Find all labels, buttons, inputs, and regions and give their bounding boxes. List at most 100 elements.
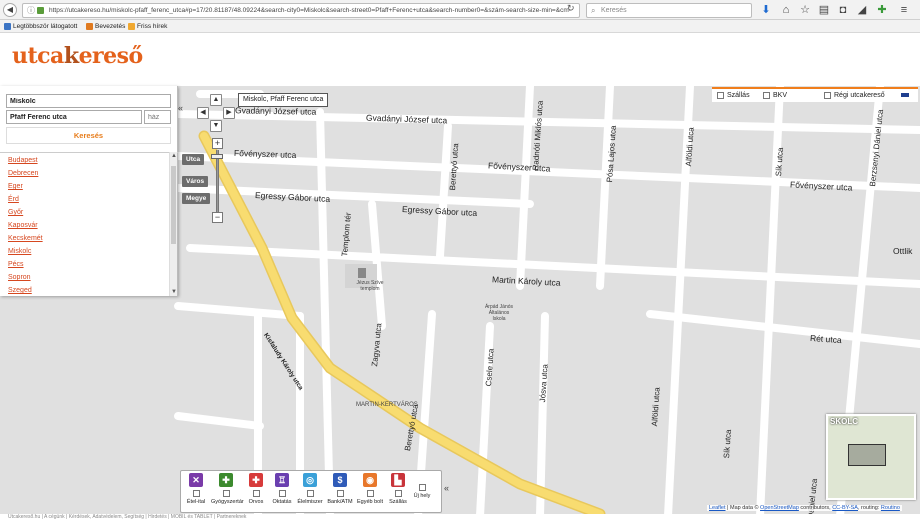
leaflet-link[interactable]: Leaflet xyxy=(709,505,726,511)
zoom-in-button[interactable]: + xyxy=(212,138,223,149)
street-label: Fővényszer utca xyxy=(233,147,297,161)
layer-bkv-toggle[interactable]: BKV xyxy=(763,89,787,102)
logo-part: utca xyxy=(12,43,64,69)
poi-label: Étel-ital xyxy=(186,499,206,505)
district-label: MARTIN-KERTVÁROS xyxy=(356,402,418,408)
collapse-panel-button[interactable]: « xyxy=(178,101,188,115)
poi-label: Gyógyszertár xyxy=(211,499,244,505)
checkbox[interactable] xyxy=(278,490,286,497)
layer-toggle-bar: Szállás BKV Régi utcakereső xyxy=(712,87,918,102)
level-street-button[interactable]: Utca xyxy=(182,154,205,165)
city-link-budapest[interactable]: Budapest xyxy=(8,157,38,164)
scroll-up-icon[interactable]: ▲ xyxy=(170,152,178,160)
city-list-scrollbar[interactable]: ▲ ▼ xyxy=(169,152,177,296)
search-panel: Keresés Budapest Debrecen Eger Érd Győr … xyxy=(0,86,178,296)
pan-down-button[interactable]: ▼ xyxy=(210,120,222,132)
poi-category-bar: ✕ Étel-ital ✚ Gyógyszertár ✚ Orvos ♖ Oktatás… xyxy=(180,470,442,513)
license-link[interactable]: CC-BY-SA xyxy=(832,505,858,511)
city-input[interactable] xyxy=(6,94,171,108)
map-attribution: Leaflet | Map data © OpenStreetMap contr… xyxy=(707,505,902,511)
site-logo[interactable]: utcakereső xyxy=(12,43,143,69)
bookmark-label: Friss hírek xyxy=(137,23,168,30)
checkbox[interactable] xyxy=(717,92,724,99)
street-input[interactable] xyxy=(6,110,142,124)
city-link-miskolc[interactable]: Miskolc xyxy=(8,248,31,255)
checkbox[interactable] xyxy=(418,484,426,491)
download-icon[interactable]: ⬇ xyxy=(760,4,772,16)
logo-part: ereső xyxy=(78,43,144,69)
minimap-title: SKOLC xyxy=(830,417,858,426)
poi-other-shop[interactable]: ◉ Egyéb bolt xyxy=(355,473,385,505)
lock-icon xyxy=(37,7,44,14)
rss-icon xyxy=(128,23,135,30)
shop-icon: ◉ xyxy=(363,473,377,487)
city-link-erd[interactable]: Érd xyxy=(8,196,19,203)
browser-search-input[interactable]: ⌕ Keresés xyxy=(586,3,752,18)
extension-icon[interactable]: ✚ xyxy=(876,4,888,16)
menu-icon[interactable]: ≡ xyxy=(898,4,910,16)
poi-pharmacy[interactable]: ✚ Gyógyszertár xyxy=(211,473,244,505)
checkbox[interactable] xyxy=(192,490,200,497)
zoom-slider-handle[interactable] xyxy=(211,154,223,159)
checkbox[interactable] xyxy=(336,490,344,497)
layer-old-search-toggle[interactable]: Régi utcakereső xyxy=(824,89,885,102)
english-flag-icon[interactable] xyxy=(900,92,910,98)
poi-education[interactable]: ♖ Oktatás xyxy=(267,473,297,505)
library-icon[interactable]: ▤ xyxy=(818,4,830,16)
home-icon[interactable]: ⌂ xyxy=(780,4,792,16)
checkbox[interactable] xyxy=(824,92,831,99)
send-icon[interactable]: ◢ xyxy=(856,4,868,16)
routing-link[interactable]: Routino xyxy=(881,505,900,511)
back-button[interactable]: ◀ xyxy=(3,2,17,17)
city-link-eger[interactable]: Eger xyxy=(8,183,23,190)
bookmark-label: Bevezetés xyxy=(95,23,126,30)
poi-grocery[interactable]: ◎ Élelmiszer xyxy=(295,473,325,505)
pan-right-button[interactable]: ▶ xyxy=(223,107,235,119)
scroll-down-icon[interactable]: ▼ xyxy=(170,288,178,296)
page-footer: Utcakereső.hu | A cégünk | Kérdések, Ada… xyxy=(0,514,920,520)
checkbox[interactable] xyxy=(306,490,314,497)
level-city-button[interactable]: Város xyxy=(182,176,209,187)
bookmark-most-visited[interactable]: Legtöbbször látogatott xyxy=(4,20,77,33)
bookmark-getting-started[interactable]: Bevezetés xyxy=(86,20,125,33)
poi-new-place[interactable]: Új hely xyxy=(407,481,437,499)
osm-link[interactable]: OpenStreetMap xyxy=(760,505,799,511)
city-link-szeged[interactable]: Szeged xyxy=(8,287,32,294)
reload-icon[interactable]: ↻ xyxy=(567,3,575,14)
city-link-gyor[interactable]: Győr xyxy=(8,209,23,216)
search-button[interactable]: Keresés xyxy=(6,127,171,144)
pan-up-button[interactable]: ▲ xyxy=(210,94,222,106)
bookmarks-toolbar: Legtöbbször látogatott Bevezetés Friss h… xyxy=(0,20,920,33)
checkbox[interactable] xyxy=(366,490,374,497)
pan-left-button[interactable]: ◀ xyxy=(197,107,209,119)
layer-accommodation-toggle[interactable]: Szállás xyxy=(717,89,750,102)
minimap-viewport[interactable] xyxy=(848,444,886,466)
scroll-thumb[interactable] xyxy=(171,166,176,244)
city-link-kecskemet[interactable]: Kecskemét xyxy=(8,235,43,242)
pocket-icon[interactable]: ◘ xyxy=(837,4,849,16)
street-label: Rét utca xyxy=(809,332,842,346)
poi-label: Egyéb bolt xyxy=(357,499,383,505)
bookmark-latest-news[interactable]: Friss hírek xyxy=(128,20,167,33)
checkbox[interactable] xyxy=(394,490,402,497)
attribution-text: | Map data © xyxy=(725,505,761,511)
level-county-button[interactable]: Megye xyxy=(182,193,211,204)
city-link-pecs[interactable]: Pécs xyxy=(8,261,24,268)
poi-bank[interactable]: $ Bank/ATM xyxy=(325,473,355,505)
poi-bar-collapse-button[interactable]: « xyxy=(444,483,449,493)
checkbox[interactable] xyxy=(763,92,770,99)
checkbox[interactable] xyxy=(222,490,230,497)
poi-food[interactable]: ✕ Étel-ital xyxy=(181,473,211,505)
poi-label: Új hely xyxy=(413,493,431,499)
zoom-track[interactable] xyxy=(216,150,219,212)
city-link-sopron[interactable]: Sopron xyxy=(8,274,31,281)
address-bar[interactable]: ⓘ https://utcakereso.hu/miskolc-pfaff_fe… xyxy=(22,3,580,18)
city-link-debrecen[interactable]: Debrecen xyxy=(8,170,38,177)
checkbox[interactable] xyxy=(252,490,260,497)
bookmark-star-icon[interactable]: ☆ xyxy=(799,4,811,16)
city-link-kaposvar[interactable]: Kaposvár xyxy=(8,222,38,229)
info-icon[interactable]: ⓘ xyxy=(27,4,35,17)
house-number-input[interactable] xyxy=(144,110,171,124)
zoom-out-button[interactable]: − xyxy=(212,212,223,223)
overview-minimap[interactable]: SKOLC xyxy=(826,414,916,500)
